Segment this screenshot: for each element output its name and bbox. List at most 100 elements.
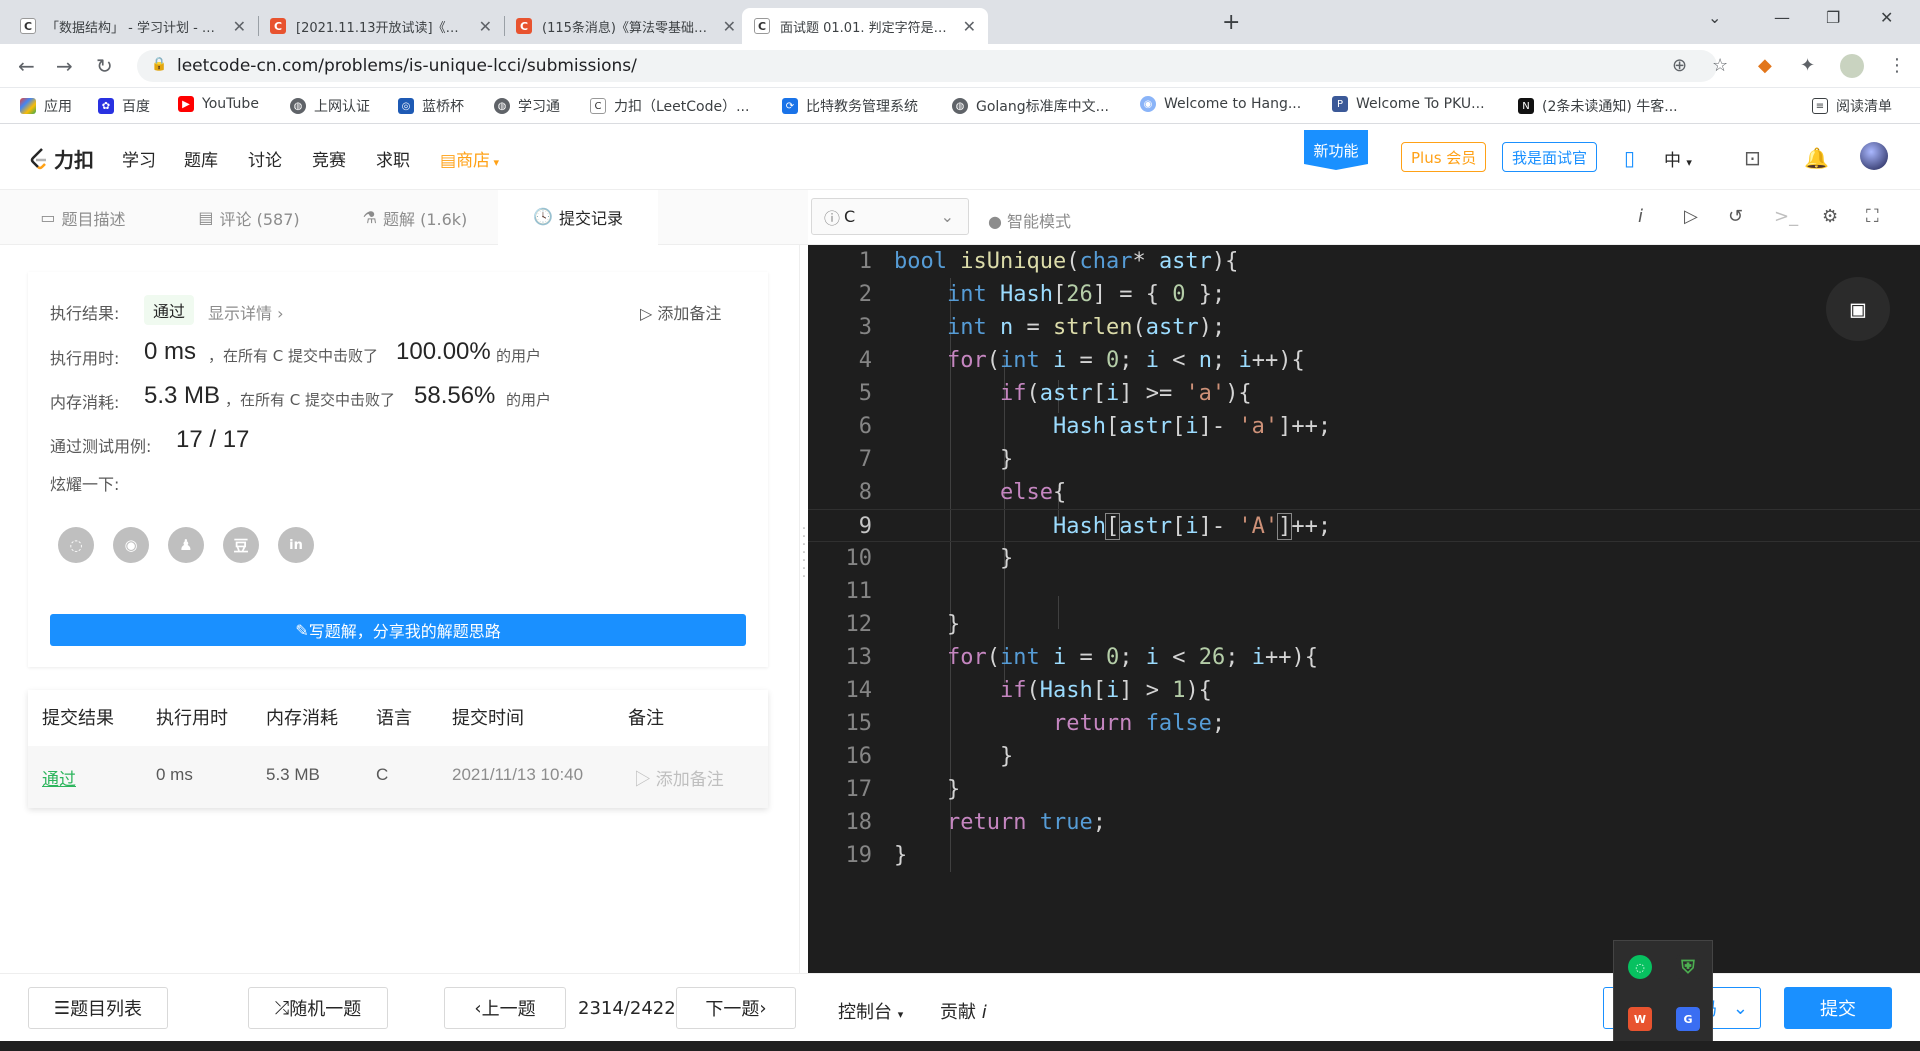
nav-jobs[interactable]: 求职 xyxy=(376,146,410,171)
profile-avatar[interactable] xyxy=(1840,54,1864,78)
show-details-link[interactable]: 显示详情 › xyxy=(208,300,284,324)
zoom-icon[interactable]: ⊕ xyxy=(1672,55,1687,76)
reset-icon[interactable]: ↺ xyxy=(1728,206,1743,227)
submission-add-note-button[interactable]: ▷ 添加备注 xyxy=(634,765,724,790)
qq-share-icon[interactable]: ♟ xyxy=(168,527,204,563)
notes-bookmark-button[interactable]: ▣ xyxy=(1826,277,1890,341)
bookmark-youtube[interactable]: ▶ YouTube xyxy=(178,96,259,112)
bookmark-apps[interactable]: 应用 xyxy=(20,96,72,116)
random-problem-button[interactable]: ⤮ 随机一题 xyxy=(248,987,388,1029)
browser-tab-title: [2021.11.13开放试读]《算法零 xyxy=(296,20,471,36)
language-switch[interactable]: 中 ▾ xyxy=(1664,146,1692,171)
forward-icon[interactable]: → xyxy=(56,54,73,78)
leetcode-logo[interactable]: 力扣 xyxy=(28,144,94,173)
bookmark-lanqiao[interactable]: ◎ 蓝桥杯 xyxy=(398,96,464,116)
avatar[interactable] xyxy=(1860,142,1888,170)
note-label: 添加备注 xyxy=(655,770,724,789)
address-bar[interactable]: 🔒 leetcode-cn.com/problems/is-unique-lcc… xyxy=(137,50,1717,82)
settings-icon[interactable]: ⚙ xyxy=(1822,206,1838,227)
csdn-favicon-icon: C xyxy=(270,18,286,34)
code-line: 19} xyxy=(845,843,908,868)
column-header: 执行用时 xyxy=(156,708,228,729)
code-editor[interactable]: 1 bool isUnique(char* astr){ 2 int Hash[2… xyxy=(808,245,1920,973)
close-icon[interactable]: ✕ xyxy=(723,17,736,36)
globe-icon: ◍ xyxy=(290,98,306,114)
browser-tab-3[interactable]: C (115条消息)《算法零基础100讲 ✕ xyxy=(504,8,748,44)
metamask-icon[interactable]: ◆ xyxy=(1758,55,1772,76)
baidu-paw-icon: ✿ xyxy=(98,98,114,114)
memory-beat-text: ，在所有 C 提交中击败了 xyxy=(225,391,396,409)
tab-solutions[interactable]: ⚗ 题解 (1.6k) xyxy=(332,190,498,245)
close-icon[interactable]: ✕ xyxy=(233,17,246,36)
plus-member-button[interactable]: Plus 会员 xyxy=(1401,142,1487,172)
nav-discuss[interactable]: 讨论 xyxy=(248,146,282,171)
bookmark-baidu[interactable]: ✿ 百度 xyxy=(98,96,150,116)
bookmark-label: 比特教务管理系统 xyxy=(806,99,918,115)
wechat-tray-icon[interactable]: ◌ xyxy=(1628,955,1652,979)
submit-button[interactable]: 提交 xyxy=(1784,987,1892,1029)
tab-submissions[interactable]: 🕓 提交记录 xyxy=(498,190,658,245)
contribute-button[interactable]: 贡献 i xyxy=(940,998,987,1024)
douban-share-icon[interactable]: 豆 xyxy=(223,527,259,563)
pane-resize-handle[interactable]: · · · · · · · xyxy=(800,522,808,585)
new-feature-badge[interactable]: 新功能 xyxy=(1304,130,1368,170)
tab-comments[interactable]: ▤ 评论 (587) xyxy=(166,190,332,245)
nav-store[interactable]: ▤商店 ▾ xyxy=(440,146,499,171)
submission-result-link[interactable]: 通过 xyxy=(42,765,76,790)
add-note-button[interactable]: ▷ 添加备注 xyxy=(640,300,721,324)
browser-tab-1[interactable]: C 「数据结构」 - 学习计划 - 力扣 ✕ xyxy=(8,8,258,44)
flag-outline-icon[interactable]: ▷ xyxy=(1684,206,1698,227)
problem-list-button[interactable]: ☰ 题目列表 xyxy=(28,987,168,1029)
close-icon[interactable]: ✕ xyxy=(479,17,492,36)
interviewer-button[interactable]: 我是面试官 xyxy=(1502,142,1598,172)
mobile-icon[interactable]: ▯ xyxy=(1624,146,1635,170)
console-toggle[interactable]: 控制台 ▾ xyxy=(838,998,903,1024)
tab-search-icon[interactable]: ⌄ xyxy=(1708,8,1721,27)
shield-tray-icon[interactable]: ⛨ xyxy=(1676,955,1700,979)
bookmark-hdu[interactable]: ◉ Welcome to Hang... xyxy=(1140,96,1301,112)
fullscreen-icon[interactable]: ⛶ xyxy=(1866,206,1879,227)
bookmark-pku[interactable]: P Welcome To PKU... xyxy=(1332,96,1485,112)
smart-mode-toggle[interactable]: ● 智能模式 xyxy=(988,208,1071,232)
reload-icon[interactable]: ↻ xyxy=(96,54,113,78)
terminal-icon[interactable]: >_ xyxy=(1774,206,1798,227)
bookmark-bit-edu[interactable]: ⟳ 比特教务管理系统 xyxy=(782,96,918,116)
nav-learn[interactable]: 学习 xyxy=(122,146,156,171)
reading-list[interactable]: ≡ 阅读清单 xyxy=(1812,96,1892,116)
browser-tab-4-active[interactable]: C 面试题 01.01. 判定字符是否唯一 ✕ xyxy=(742,8,988,44)
close-icon[interactable]: ✕ xyxy=(963,17,976,36)
restore-icon[interactable]: ❐ xyxy=(1826,8,1840,27)
bookmark-nowcoder[interactable]: N (2条未读通知) 牛客... xyxy=(1518,96,1678,116)
nav-contest[interactable]: 竞赛 xyxy=(312,146,346,171)
prev-problem-button[interactable]: ‹ 上一题 xyxy=(444,987,566,1029)
code-line: 11 xyxy=(845,579,873,604)
linkedin-share-icon[interactable]: in xyxy=(278,527,314,563)
browser-tab-2[interactable]: C [2021.11.13开放试读]《算法零 ✕ xyxy=(258,8,504,44)
bookmark-leetcode[interactable]: C 力扣（LeetCode）... xyxy=(590,96,749,116)
language-select[interactable]: ⓘ C ⌄ xyxy=(811,198,969,235)
chevron-left-icon: ‹ xyxy=(474,997,482,1019)
bookmark-xuexitong[interactable]: ◍ 学习通 xyxy=(494,96,560,116)
extensions-icon[interactable]: ✦ xyxy=(1800,55,1815,76)
new-tab-button[interactable]: + xyxy=(1222,10,1240,35)
playground-icon[interactable]: ⊡ xyxy=(1744,146,1761,170)
app-tray-icon[interactable]: G xyxy=(1676,1007,1700,1031)
bell-icon[interactable]: 🔔 xyxy=(1804,146,1829,170)
bookmark-net-auth[interactable]: ◍ 上网认证 xyxy=(290,96,370,116)
office-tray-icon[interactable]: W xyxy=(1628,1007,1652,1031)
write-solution-button[interactable]: ✎ 写题解，分享我的解题思路 xyxy=(50,614,746,646)
menu-dots-icon[interactable]: ⋮ xyxy=(1888,55,1906,76)
close-window-icon[interactable]: ✕ xyxy=(1880,8,1893,27)
minimize-icon[interactable]: — xyxy=(1774,8,1790,27)
runtime-label: 执行用时: xyxy=(50,349,120,368)
star-icon[interactable]: ☆ xyxy=(1712,55,1728,76)
back-icon[interactable]: ← xyxy=(18,54,35,78)
next-problem-button[interactable]: 下一题 › xyxy=(676,987,796,1029)
bookmark-golang[interactable]: ◍ Golang标准库中文... xyxy=(952,96,1109,116)
bookmark-label: YouTube xyxy=(202,96,259,112)
wechat-share-icon[interactable]: ◌ xyxy=(58,527,94,563)
tab-description[interactable]: ▭ 题目描述 xyxy=(0,190,166,245)
weibo-share-icon[interactable]: ◉ xyxy=(113,527,149,563)
nav-problemset[interactable]: 题库 xyxy=(184,146,218,171)
info-italic-icon[interactable]: i xyxy=(1638,206,1643,227)
